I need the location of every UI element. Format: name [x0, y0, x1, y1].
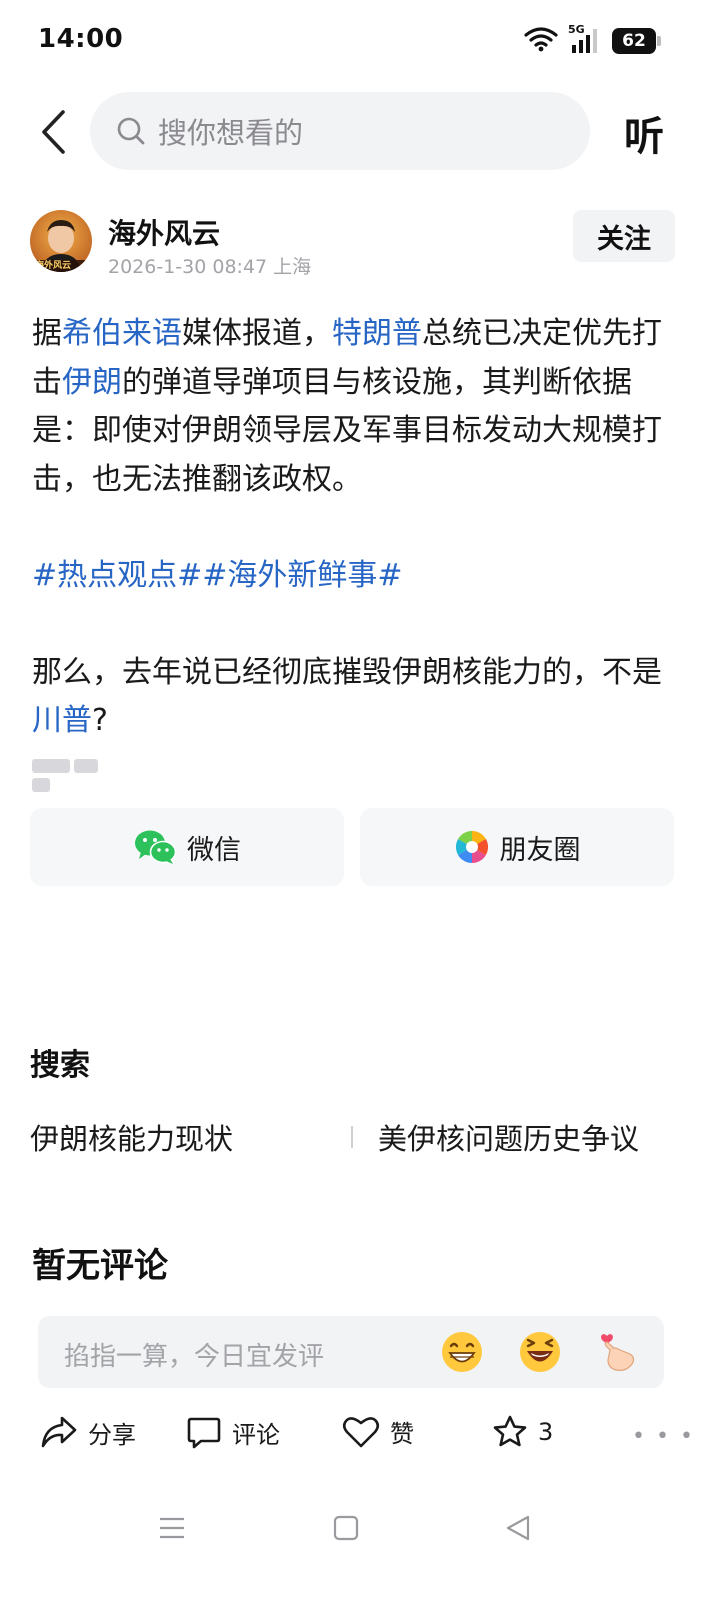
- status-icons: 5G 62: [524, 23, 661, 56]
- home-nav-button[interactable]: [326, 1508, 366, 1548]
- search-icon: [114, 114, 148, 148]
- entity-link[interactable]: 伊朗: [62, 365, 122, 400]
- moments-label: 朋友圈: [499, 834, 581, 866]
- author-name[interactable]: 海外风云: [108, 212, 220, 252]
- search-suggestion[interactable]: 伊朗核能力现状: [30, 1116, 233, 1158]
- article-body: 据希伯来语媒体报道，特朗普总统已决定优先打击伊朗的弹道导弹项目与核设施，其判断依…: [32, 310, 672, 746]
- avatar-text: 海外风云: [35, 261, 72, 271]
- status-bar: 14:00 5G 62: [0, 0, 720, 80]
- like-label: 赞: [390, 1420, 414, 1448]
- home-square-icon: [333, 1515, 359, 1541]
- comment-label: 评论: [232, 1420, 280, 1449]
- article-paragraph: 那么，去年说已经彻底摧毁伊朗核能力的，不是川普?: [32, 649, 672, 746]
- follow-button[interactable]: 关注: [573, 210, 675, 262]
- post-meta: 2026-1-30 08:47 上海: [108, 256, 312, 278]
- share-moments-button[interactable]: 朋友圈: [360, 808, 674, 886]
- comment-placeholder: 掐指一算，今日宜发评: [64, 1342, 325, 1372]
- article-text: ?: [92, 703, 108, 738]
- article-text: 媒体报道，: [182, 316, 332, 351]
- favorite-count: 3: [538, 1418, 554, 1446]
- divider: [351, 1126, 353, 1148]
- heart-icon: [342, 1416, 380, 1447]
- search-input[interactable]: 搜你想看的: [90, 92, 590, 170]
- comment-input[interactable]: 掐指一算，今日宜发评: [38, 1316, 664, 1388]
- article-paragraph: 据希伯来语媒体报道，特朗普总统已决定优先打击伊朗的弹道导弹项目与核设施，其判断依…: [32, 310, 672, 504]
- search-section-title: 搜索: [30, 1048, 90, 1083]
- wechat-label: 微信: [187, 834, 241, 866]
- chevron-left-icon: [42, 110, 65, 154]
- wechat-icon: [135, 830, 177, 864]
- status-time: 14:00: [38, 24, 124, 54]
- share-button[interactable]: 分享: [40, 1414, 136, 1450]
- share-icon: [41, 1416, 77, 1448]
- avatar[interactable]: 海外风云: [30, 210, 92, 272]
- entity-link[interactable]: 希伯来语: [62, 316, 182, 351]
- listen-button[interactable]: 听: [624, 104, 664, 162]
- article-text: 据: [32, 316, 62, 351]
- comment-icon: [187, 1417, 221, 1449]
- signal-icon: 5G: [568, 23, 602, 55]
- laugh-emoji-icon[interactable]: [518, 1330, 562, 1374]
- search-suggestions: 伊朗核能力现状 美伊核问题历史争议: [30, 1116, 670, 1160]
- comment-button[interactable]: 评论: [186, 1414, 280, 1450]
- moments-icon: [455, 830, 488, 864]
- favorite-button[interactable]: 3: [492, 1414, 553, 1450]
- menu-nav-button[interactable]: [152, 1508, 192, 1548]
- star-icon: [493, 1415, 527, 1447]
- finger-heart-emoji-icon[interactable]: [596, 1330, 640, 1374]
- author-header: 海外风云 海外风云 2026-1-30 08:47 上海 关注: [30, 210, 690, 280]
- system-nav-bar: [0, 1500, 720, 1560]
- search-suggestion[interactable]: 美伊核问题历史争议: [378, 1116, 639, 1158]
- hashtags[interactable]: #热点观点##海外新鲜事#: [32, 552, 672, 601]
- action-bar: 分享 评论 赞 3 • • •: [0, 1406, 720, 1466]
- menu-icon: [160, 1517, 184, 1539]
- article-text: 那么，去年说已经彻底摧毁伊朗核能力的，不是: [32, 654, 662, 690]
- grin-emoji-icon[interactable]: [440, 1330, 484, 1374]
- share-row: 微信 朋友圈: [30, 808, 674, 886]
- entity-link[interactable]: 特朗普: [332, 316, 422, 351]
- wifi-icon: [524, 26, 558, 56]
- comments-title: 暂无评论: [32, 1246, 168, 1286]
- battery-icon: 62: [612, 28, 661, 54]
- like-button[interactable]: 赞: [342, 1414, 414, 1449]
- article-text: 的弹道导弹项目与核设施，其判断依据是：即使对伊朗领导层及军事目标发动大规模打击，…: [32, 364, 662, 497]
- more-icon[interactable]: • • •: [632, 1424, 695, 1449]
- share-wechat-button[interactable]: 微信: [30, 808, 344, 886]
- back-nav-button[interactable]: [498, 1508, 538, 1548]
- top-bar: 搜你想看的 听: [0, 92, 720, 172]
- back-button[interactable]: [28, 104, 78, 160]
- share-label: 分享: [88, 1420, 136, 1449]
- search-placeholder: 搜你想看的: [158, 116, 304, 150]
- redacted-text: [32, 758, 122, 792]
- entity-link[interactable]: 川普: [32, 703, 92, 738]
- triangle-back-icon: [506, 1515, 530, 1541]
